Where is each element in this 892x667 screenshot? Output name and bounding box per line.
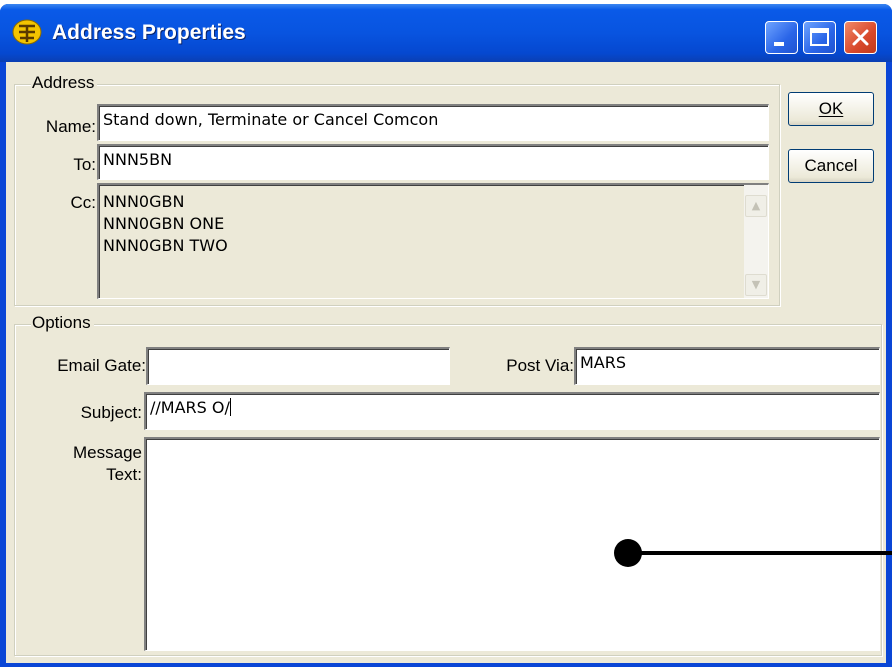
message-text-label-line1: Message — [73, 443, 142, 462]
cc-label: Cc: — [70, 193, 97, 212]
scroll-up-button[interactable]: ▲ — [745, 195, 767, 217]
post-via-value: MARS — [580, 353, 627, 372]
ok-button-label: OK — [818, 99, 844, 118]
address-properties-window: Address Properties Address Name: Stand d… — [0, 4, 892, 667]
close-icon — [852, 29, 869, 46]
cancel-button-label: Cancel — [804, 156, 858, 175]
app-icon — [12, 19, 42, 45]
dialog-client-area: Address Name: Stand down, Terminate or C… — [6, 62, 886, 663]
chevron-down-icon: ▼ — [751, 278, 761, 291]
name-value: Stand down, Terminate or Cancel Comcon — [103, 110, 439, 129]
maximize-icon — [810, 28, 829, 46]
to-value: NNN5BN — [103, 150, 173, 169]
email-gate-field[interactable] — [146, 347, 450, 385]
scroll-down-button[interactable]: ▼ — [745, 274, 767, 296]
cc-list[interactable]: NNN0GBN NNN0GBN ONE NNN0GBN TWO ▲ ▼ — [97, 183, 769, 299]
message-text-label-line2: Text: — [106, 465, 142, 484]
window-title: Address Properties — [52, 21, 246, 44]
annotation-pointer-line — [628, 551, 892, 555]
title-bar[interactable]: Address Properties — [0, 4, 892, 62]
cc-item: NNN0GBN TWO — [103, 236, 228, 255]
subject-field[interactable]: //MARS O/ — [144, 392, 880, 430]
chevron-up-icon: ▲ — [751, 199, 761, 212]
cancel-button[interactable]: Cancel — [788, 149, 874, 183]
maximize-button[interactable] — [803, 21, 836, 54]
cc-item: NNN0GBN ONE — [103, 214, 225, 233]
post-via-label: Post Via: — [506, 356, 574, 375]
cc-scrollbar[interactable]: ▲ ▼ — [744, 185, 768, 298]
subject-value: //MARS O/ — [150, 398, 230, 417]
subject-label: Subject: — [80, 403, 142, 422]
to-label: To: — [73, 155, 96, 174]
message-text-area[interactable] — [144, 437, 880, 651]
to-field[interactable]: NNN5BN — [97, 144, 769, 180]
address-legend: Address — [31, 73, 98, 93]
name-field[interactable]: Stand down, Terminate or Cancel Comcon — [97, 104, 769, 141]
cc-item: NNN0GBN — [103, 192, 185, 211]
minimize-icon — [774, 42, 784, 46]
ok-button[interactable]: OK — [788, 92, 874, 126]
close-button[interactable] — [844, 21, 877, 54]
post-via-field[interactable]: MARS — [574, 347, 880, 385]
minimize-button[interactable] — [765, 21, 798, 54]
text-caret — [229, 398, 231, 416]
name-label: Name: — [45, 117, 96, 136]
email-gate-label: Email Gate: — [57, 356, 146, 375]
options-legend: Options — [31, 313, 94, 333]
